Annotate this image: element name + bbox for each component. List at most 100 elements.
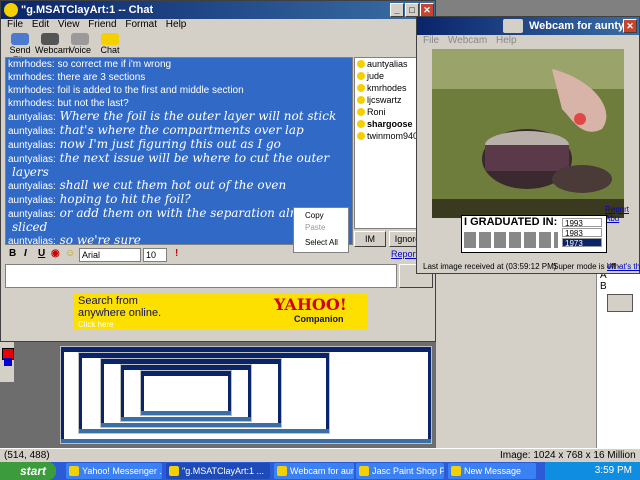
send-file-icon — [11, 33, 29, 45]
message-text: there are 3 sections — [57, 72, 146, 83]
taskbar-item[interactable]: "g.MSATClayArt:1 ... — [166, 463, 270, 479]
color-swatch-secondary[interactable] — [4, 358, 12, 366]
chat-message: auntyalias: that's where the compartment… — [6, 124, 352, 138]
message-sender: auntyalias: — [8, 154, 56, 165]
webcam-feed — [432, 49, 624, 218]
message-text: Where the foil is the outer layer will n… — [59, 109, 337, 123]
bold-button[interactable]: B — [9, 248, 16, 259]
webcam-statusbar: Last image received at (03:59:12 PM) Sup… — [417, 261, 640, 273]
chat-title: "g.MSATClayArt:1 -- Chat — [21, 4, 154, 16]
whats-this-link[interactable]: What's this — [607, 262, 640, 271]
context-copy[interactable]: Copy — [305, 211, 324, 220]
minimize-button[interactable]: _ — [390, 3, 404, 17]
message-text: the next issue will be where to cut the … — [59, 151, 330, 165]
format-toolbar: B I U ◉ ☺ Arial 10 ! Report A — [5, 247, 435, 263]
chat-titlebar[interactable]: "g.MSATClayArt:1 -- Chat _ □ ✕ — [1, 1, 435, 19]
taskbar-item[interactable]: Jasc Paint Shop Pro... — [356, 463, 444, 479]
chat-button[interactable]: Chat — [95, 33, 125, 55]
ad-banner[interactable]: Search from anywhere online. Click here … — [74, 293, 367, 329]
menu-friend[interactable]: Friend — [88, 19, 116, 30]
webcam-close-button[interactable]: ✕ — [623, 19, 637, 33]
year-option-1993[interactable]: 1993 — [562, 218, 602, 228]
webcam-menu-help[interactable]: Help — [496, 35, 517, 46]
chat-window: "g.MSATClayArt:1 -- Chat _ □ ✕ File Edit… — [0, 0, 437, 342]
color-icon[interactable]: ◉ — [51, 248, 60, 259]
year-option-1973[interactable]: 1973 — [562, 238, 602, 248]
graduation-ad[interactable]: I GRADUATED IN: 1993 1983 1973 — [461, 215, 607, 253]
menu-format[interactable]: Format — [125, 19, 157, 30]
cascade-window-5 — [140, 370, 232, 416]
taskbar-item[interactable]: New Message — [448, 463, 536, 479]
webcam-photo — [432, 49, 624, 218]
chat-message: auntyalias: hoping to hit the foil? — [6, 193, 352, 207]
menu-view[interactable]: View — [58, 19, 80, 30]
menu-help[interactable]: Help — [166, 19, 187, 30]
voice-button[interactable]: Voice — [65, 33, 95, 55]
message-sender: kmrhodes: — [8, 72, 55, 83]
webcam-menu-file[interactable]: File — [423, 35, 439, 46]
taskbar-item[interactable]: Yahoo! Messenger ... — [66, 463, 162, 479]
ad-cta[interactable]: Click here — [78, 320, 114, 329]
messenger-icon — [4, 3, 18, 17]
envelope-icon[interactable] — [607, 294, 633, 312]
paintshop-statusbar: (514, 488) Image: 1024 x 768 x 16 Millio… — [0, 448, 640, 472]
im-button[interactable]: IM — [354, 231, 386, 247]
alert-icon[interactable]: ! — [175, 248, 178, 259]
close-button[interactable]: ✕ — [420, 3, 434, 17]
underline-button[interactable]: U — [38, 248, 45, 259]
maximize-button[interactable]: □ — [405, 3, 419, 17]
webcam-titlebar[interactable]: Webcam for aunty ✕ — [417, 17, 639, 35]
italic-button[interactable]: I — [24, 248, 27, 259]
chat-message: auntyalias: Where the foil is the outer … — [6, 110, 352, 124]
chat-menubar: File Edit View Friend Format Help — [1, 19, 435, 33]
message-sender: auntyalias: — [8, 112, 56, 123]
chat-message: kmrhodes: foil is added to the first and… — [6, 84, 352, 97]
message-text: so correct me if i'm wrong — [57, 59, 172, 70]
yearbook-photos — [464, 232, 558, 248]
message-text: foil is added to the first and middle se… — [57, 85, 244, 96]
webcam-menubar: File Webcam Help — [417, 35, 639, 49]
size-select[interactable]: 10 — [143, 248, 167, 262]
smiley-icon[interactable]: ☺ — [65, 248, 75, 259]
clock[interactable]: 3:59 PM — [595, 465, 632, 476]
report-abuse-link[interactable]: Report Abu — [605, 205, 639, 223]
graduated-title: I GRADUATED IN: — [464, 216, 558, 228]
message-text: sliced — [12, 220, 48, 234]
message-text: or add them on with the separation alrea… — [59, 206, 325, 220]
menu-edit[interactable]: Edit — [32, 19, 49, 30]
last-image-status: Last image received at (03:59:12 PM) — [423, 262, 557, 271]
webcam-icon — [41, 33, 59, 45]
chat-message: kmrhodes: there are 3 sections — [6, 71, 352, 84]
message-sender: auntyalias: — [8, 126, 56, 137]
taskbar: start Yahoo! Messenger ... "g.MSATClayArt… — [0, 462, 640, 480]
message-text: now I'm just figuring this out as I go — [59, 137, 281, 151]
system-tray: 3:59 PM — [545, 462, 640, 480]
menu-file[interactable]: File — [7, 19, 23, 30]
chat-icon — [101, 33, 119, 45]
message-sender: auntyalias: — [8, 209, 56, 220]
voice-icon — [71, 33, 89, 45]
ad-line1: Search from — [78, 295, 138, 307]
year-option-1983[interactable]: 1983 — [562, 228, 602, 238]
chat-message: auntyalias: the next issue will be where… — [6, 152, 352, 166]
message-text: shall we cut them hot out of the oven — [59, 178, 287, 192]
tool-label-b: B — [600, 281, 607, 292]
message-sender: auntyalias: — [8, 181, 56, 192]
message-text: hoping to hit the foil? — [59, 192, 191, 206]
context-select-all[interactable]: Select All — [305, 238, 338, 247]
context-paste[interactable]: Paste — [305, 223, 325, 232]
chat-message: kmrhodes: so correct me if i'm wrong — [6, 58, 352, 71]
font-select[interactable]: Arial — [79, 248, 141, 262]
ad-line2: anywhere online. — [78, 307, 162, 319]
webcam-menu-webcam[interactable]: Webcam — [448, 35, 487, 46]
taskbar-item[interactable]: Webcam for aunty... — [274, 463, 354, 479]
webcam-window: Webcam for aunty ✕ File Webcam Help Repo… — [416, 16, 640, 274]
message-sender: auntyalias: — [8, 195, 56, 206]
start-button[interactable]: start — [0, 462, 56, 480]
message-input[interactable] — [5, 264, 397, 288]
webcam-title-icon — [503, 19, 523, 33]
message-sender: kmrhodes: — [8, 85, 55, 96]
message-sender: kmrhodes: — [8, 98, 55, 109]
webcam-button[interactable]: Webcam — [35, 33, 70, 55]
chat-message: auntyalias: now I'm just figuring this o… — [6, 138, 352, 152]
